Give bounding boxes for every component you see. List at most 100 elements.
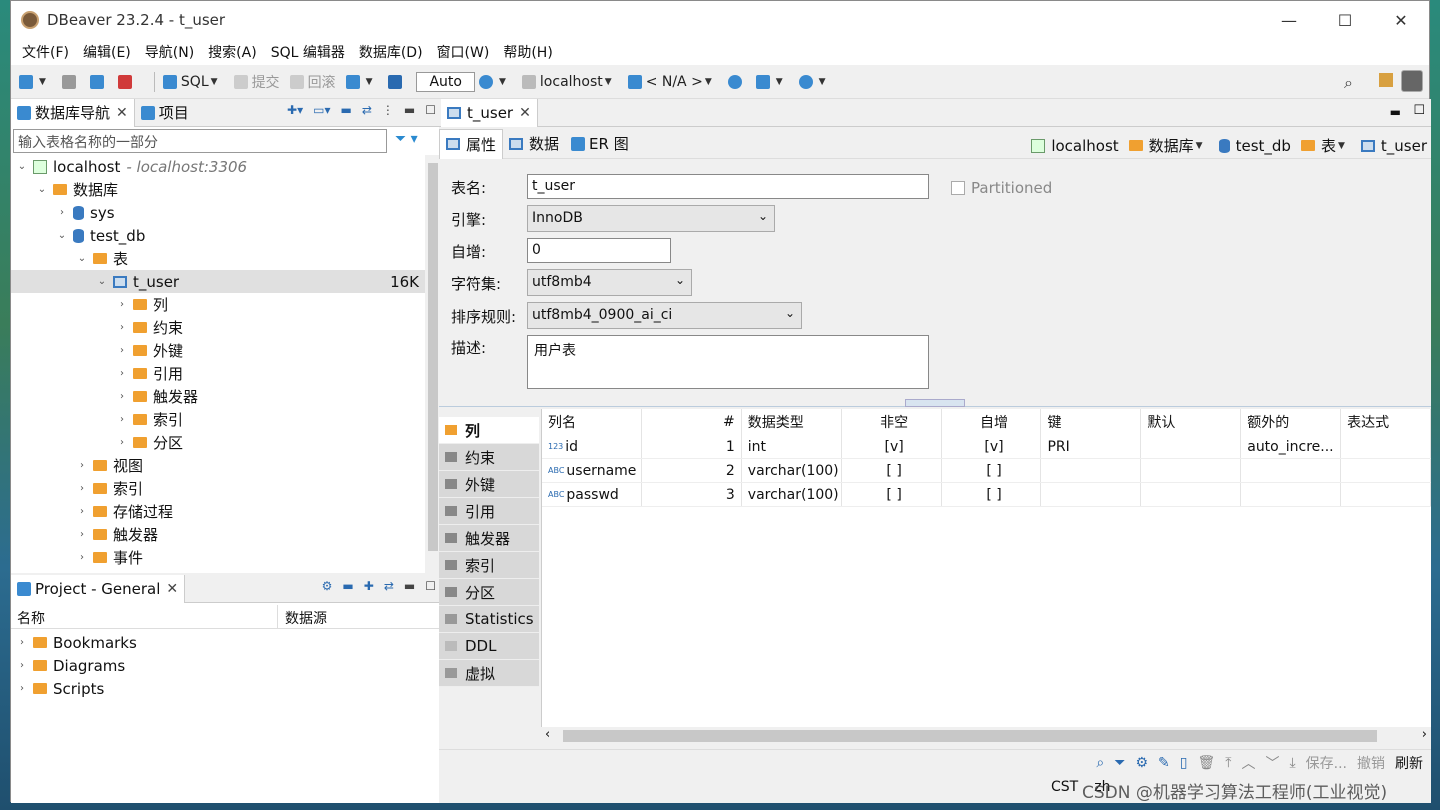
menu-search[interactable]: 搜索(A) [208,42,257,62]
maximize-panel-icon[interactable]: ☐ [425,103,436,117]
rollback-button[interactable]: 回滚 [289,72,336,92]
erd-button[interactable]: ▼ [755,74,789,89]
undo-button[interactable]: 撤销 [1357,753,1385,773]
settings-icon[interactable]: ⚙ [1135,755,1148,771]
transaction-mode-button[interactable]: ▼ [345,74,379,89]
header-not-null[interactable]: 非空 [842,409,942,435]
scrollbar-thumb[interactable] [428,163,438,551]
menu-file[interactable]: 文件(F) [22,42,69,62]
view-menu-icon[interactable]: ⋮ [382,103,394,117]
engine-select[interactable]: InnoDB ⌄ [527,205,775,232]
maximize-editor-icon[interactable]: ☐ [1413,103,1425,118]
tree-node-views[interactable]: › 视图 [11,454,425,477]
new-connection-button[interactable]: ▼ [19,74,52,89]
link-icon[interactable]: ⇄ [384,579,394,593]
tree-node-triggers[interactable]: › 触发器 [11,385,425,408]
header-extra[interactable]: 额外的 [1241,409,1342,435]
move-top-icon[interactable]: ⤒ [1225,755,1231,771]
reconnect-button[interactable] [89,74,108,89]
disconnect-button[interactable] [117,74,136,89]
new-connection-icon[interactable]: ✚▾ [287,103,303,117]
commit-mode-select[interactable]: Auto [416,71,475,92]
tab-projects[interactable]: 项目 [135,99,195,127]
history-button[interactable]: ▼ [479,74,512,89]
global-search-icon[interactable]: ⌕ [1344,73,1353,93]
column-source-header[interactable]: 数据源 [285,608,327,628]
maximize-panel-icon[interactable]: ☐ [425,579,436,593]
tab-database-navigator[interactable]: 数据库导航 ✕ [11,98,135,127]
tree-node-sys[interactable]: › sys [11,201,425,224]
side-tab-partitions[interactable]: 分区 [439,579,539,606]
description-textarea[interactable]: 用户表 [527,335,929,389]
new-folder-icon[interactable]: ▭▾ [313,103,330,117]
save-button[interactable]: 保存... [1306,753,1347,773]
menu-navigate[interactable]: 导航(N) [145,42,194,62]
search-icon[interactable]: ⌕ [1096,755,1104,771]
side-tab-indexes[interactable]: 索引 [439,552,539,579]
breadcrumb-host[interactable]: localhost [1031,135,1119,156]
menu-help[interactable]: 帮助(H) [503,42,552,62]
header-expression[interactable]: 表达式 [1341,409,1432,435]
tree-node-indexes[interactable]: › 索引 [11,408,425,431]
panel-splitter[interactable] [439,399,1431,407]
refresh-button[interactable]: 刷新 [1395,753,1423,773]
dashboard-button[interactable] [727,74,746,89]
header-auto-increment[interactable]: 自增 [942,409,1042,435]
close-icon[interactable]: ✕ [116,105,128,121]
active-schema-select[interactable]: < N/A > ▼ [627,74,718,90]
connect-button[interactable] [61,74,80,89]
dbeaver-perspective-icon[interactable] [1401,70,1423,92]
search-toolbar-button[interactable]: ▼ [798,74,832,89]
commit-button[interactable]: 提交 [233,72,280,92]
partitioned-checkbox[interactable]: Partitioned [951,179,1052,197]
settings-icon[interactable]: ⚙ [322,579,333,593]
tab-er-diagram[interactable]: ER 图 [565,129,635,159]
breadcrumb-tables[interactable]: 表 ▼ [1300,135,1351,156]
perspective-icon[interactable] [1379,73,1393,87]
table-filter-input[interactable]: 输入表格名称的一部分 [13,129,387,153]
add-icon[interactable]: ✚ [364,579,374,593]
side-tab-statistics[interactable]: Statistics [439,606,539,633]
breadcrumb-databases[interactable]: 数据库 ▼ [1128,135,1209,156]
add-column-icon[interactable]: ▯ [1180,755,1188,771]
tree-node-references[interactable]: › 引用 [11,362,425,385]
cell-not-null[interactable]: [ ] [842,483,942,506]
close-icon[interactable]: ✕ [166,581,178,597]
tab-t-user[interactable]: t_user ✕ [441,98,538,127]
header-column-name[interactable]: 列名 [542,409,642,435]
tree-node-db-triggers[interactable]: › 触发器 [11,523,425,546]
delete-icon[interactable]: 🗑 [1197,755,1215,771]
checkbox-box[interactable] [951,181,965,195]
tab-project-general[interactable]: Project - General ✕ [11,574,186,603]
breadcrumb-table[interactable]: t_user [1360,135,1427,156]
side-tab-ddl[interactable]: DDL [439,633,539,660]
minimize-panel-icon[interactable]: ▬ [404,579,415,593]
tree-node-procedures[interactable]: › 存储过程 [11,500,425,523]
tree-node-db-indexes[interactable]: › 索引 [11,477,425,500]
edit-icon[interactable]: ✎ [1158,755,1170,771]
tree-node-test-db[interactable]: ⌄ test_db [11,224,425,247]
menu-database[interactable]: 数据库(D) [359,42,423,62]
minimize-panel-icon[interactable]: ▬ [404,103,415,117]
tree-node-columns[interactable]: › 列 [11,293,425,316]
column-name-header[interactable]: 名称 [17,608,45,628]
menu-window[interactable]: 窗口(W) [437,42,490,62]
side-tab-columns[interactable]: 列 [439,417,539,444]
link-editor-icon[interactable]: ⇄ [362,103,372,117]
scroll-left-icon[interactable]: ‹ [545,727,550,742]
menu-edit[interactable]: 编辑(E) [83,42,131,62]
tree-node-bookmarks[interactable]: › Bookmarks [11,631,137,654]
tree-node-t-user[interactable]: ⌄ t_user 16K [11,270,425,293]
breadcrumb-schema[interactable]: test_db [1218,135,1291,156]
close-icon[interactable]: ✕ [519,105,531,121]
header-data-type[interactable]: 数据类型 [742,409,842,435]
collapse-all-icon[interactable]: ▬ [340,103,351,117]
charset-select[interactable]: utf8mb4 ⌄ [527,269,692,296]
header-default[interactable]: 默认 [1141,409,1242,435]
grid-horizontal-scrollbar[interactable]: ‹ › [541,727,1431,745]
table-row[interactable]: ABC passwd 3 varchar(100) [ ] [ ] [542,483,1432,507]
splitter-grip[interactable] [905,399,965,407]
collapse-icon[interactable]: ▬ [342,579,353,593]
cell-auto-increment[interactable]: [ ] [942,459,1042,482]
minimize-editor-icon[interactable]: ▬ [1390,105,1401,119]
